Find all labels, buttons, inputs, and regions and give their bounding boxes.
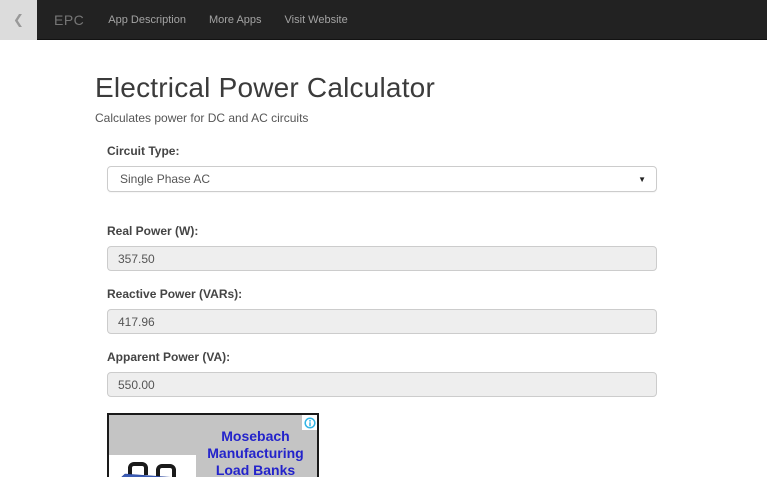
load-bank-product-image (109, 455, 196, 477)
main-content: Electrical Power Calculator Calculates p… (95, 40, 670, 477)
page-subtitle: Calculates power for DC and AC circuits (95, 111, 309, 125)
chevron-down-icon: ▼ (638, 174, 646, 184)
ad-headline: Mosebach Manufacturing Load Banks (207, 428, 304, 477)
calculator-form: Circuit Type: Single Phase AC ▼ Real Pow… (95, 144, 670, 477)
nav-item-visit-website[interactable]: Visit Website (285, 14, 348, 26)
real-power-input[interactable] (107, 246, 657, 271)
apparent-power-input[interactable] (107, 372, 657, 397)
reactive-power-group: Reactive Power (VARs): (107, 287, 670, 334)
nav-item-more-apps[interactable]: More Apps (209, 14, 262, 26)
header-nav: App Description More Apps Visit Website (108, 14, 370, 26)
circuit-type-selected-value: Single Phase AC (120, 172, 211, 186)
ad-text-block: Mosebach Manufacturing Load Banks We off… (194, 415, 317, 477)
advertisement-banner[interactable]: Mosebach Manufacturing Load Banks We off… (107, 413, 319, 477)
back-button[interactable]: ❮ (0, 0, 37, 40)
apparent-power-group: Apparent Power (VA): (107, 350, 670, 397)
reactive-power-label: Reactive Power (VARs): (107, 287, 243, 301)
circuit-type-label: Circuit Type: (107, 144, 180, 158)
nav-item-app-description[interactable]: App Description (108, 14, 186, 26)
real-power-group: Real Power (W): (107, 224, 670, 271)
app-window: ❮ EPC App Description More Apps Visit We… (0, 0, 767, 477)
reactive-power-input[interactable] (107, 309, 657, 334)
header-bar: ❮ EPC App Description More Apps Visit We… (0, 0, 767, 40)
info-icon (303, 416, 316, 429)
chevron-left-icon: ❮ (13, 11, 24, 27)
page-title: Electrical Power Calculator (95, 72, 435, 103)
brand-title: EPC (54, 11, 85, 28)
real-power-label: Real Power (W): (107, 224, 199, 238)
circuit-type-select[interactable]: Single Phase AC ▼ (107, 166, 657, 192)
circuit-type-group: Circuit Type: Single Phase AC ▼ (107, 144, 670, 192)
ad-info-button[interactable] (302, 415, 317, 430)
apparent-power-label: Apparent Power (VA): (107, 350, 231, 364)
